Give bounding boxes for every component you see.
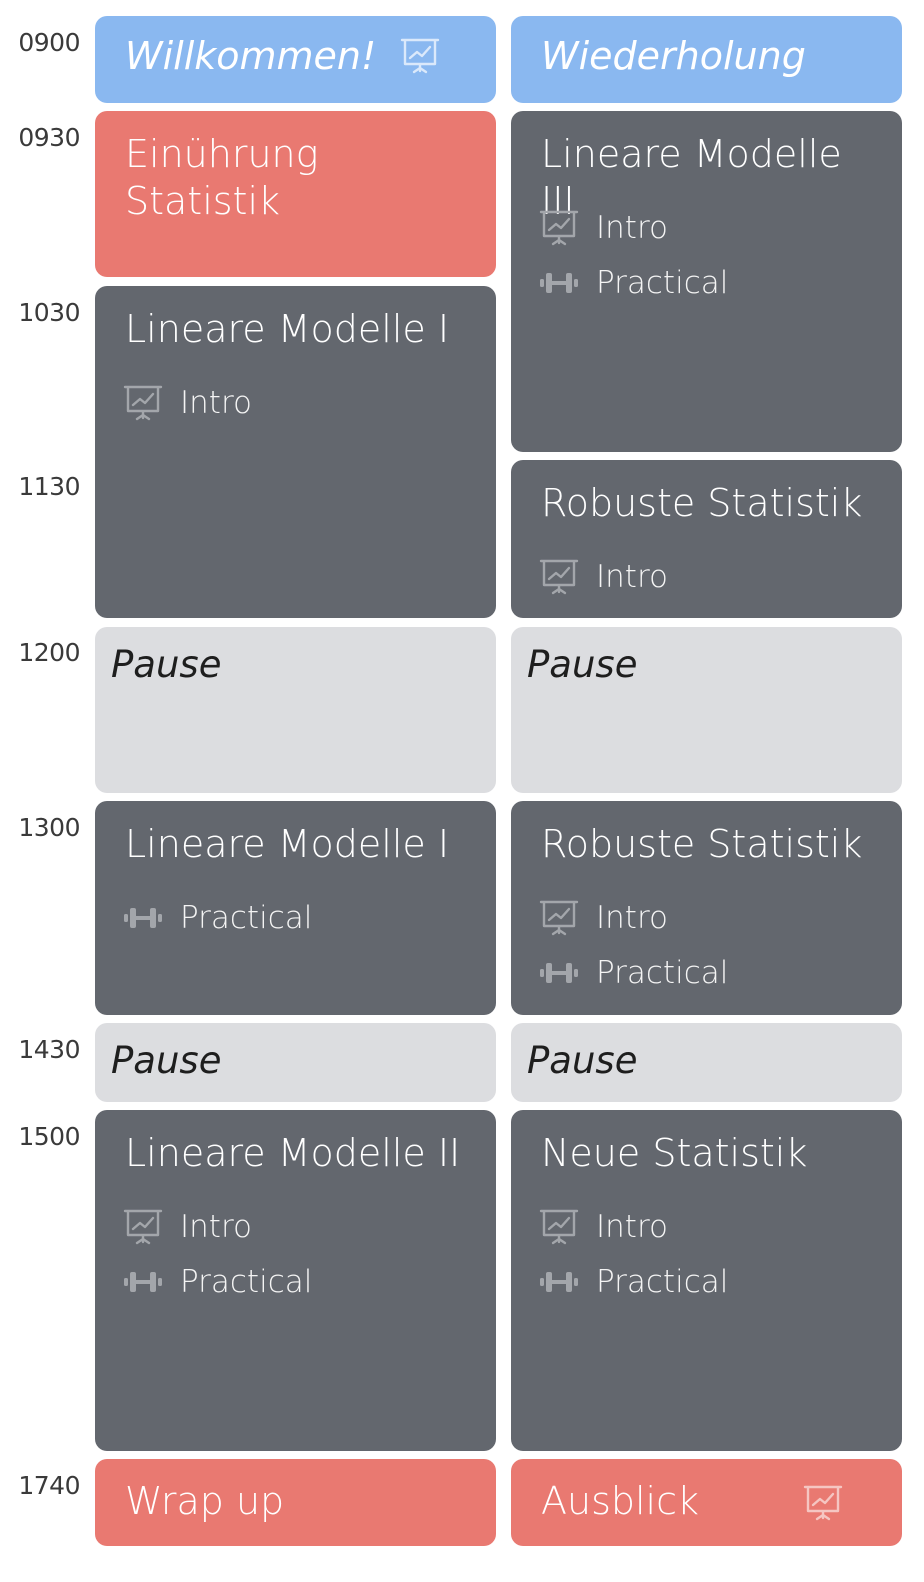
presentation-board-icon [123,1209,163,1245]
intro-label: Intro [596,210,668,246]
intro-item: Intro [539,208,668,248]
practical-label: Practical [596,955,729,991]
session-title: Neue Statistik [541,1131,808,1175]
practical-item: Practical [539,1262,728,1302]
dumbbell-icon [540,1272,578,1292]
presentation-board-icon [539,210,579,246]
session-title: Einührung Statistik [125,132,319,223]
linear-models-3-card[interactable]: Lineare Modelle III Intro Practical [511,111,902,452]
linear-models-2-card[interactable]: Lineare Modelle II Intro Practical [95,1110,496,1451]
time-label-1300: 1300 [18,813,80,842]
practical-label: Practical [180,1264,313,1300]
session-title: Lineare Modelle II [125,1131,461,1175]
practical-item: Practical [123,1262,312,1302]
dumbbell-icon [540,273,578,293]
pause-label: Pause [111,643,222,686]
session-title: Lineare Modelle I [125,822,450,866]
time-label-1200: 1200 [18,638,80,667]
intro-item: Intro [123,1207,252,1247]
presentation-board-icon [123,385,163,421]
intro-label: Intro [180,1209,252,1245]
time-label-0900: 0900 [18,28,80,57]
practical-label: Practical [180,900,313,936]
outlook-session-card[interactable]: Ausblick [511,1459,902,1546]
pause-card[interactable]: Pause [95,1023,496,1102]
wrap-up-session-card[interactable]: Wrap up [95,1459,496,1546]
new-statistics-card[interactable]: Neue Statistik Intro Practical [511,1110,902,1451]
session-title: Wrap up [125,1479,285,1523]
review-session-card[interactable]: Wiederholung [511,16,902,103]
dumbbell-icon [124,1272,162,1292]
welcome-session-card[interactable]: Willkommen! [95,16,496,103]
robust-statistics-afternoon-card[interactable]: Robuste Statistik Intro Practical [511,801,902,1015]
pause-label: Pause [111,1039,222,1082]
pause-card[interactable]: Pause [95,627,496,793]
presentation-board-icon [539,1209,579,1245]
intro-item: Intro [123,383,252,423]
practical-item: Practical [123,898,312,938]
time-label-1740: 1740 [18,1471,80,1500]
session-title: Robuste Statistik [541,481,863,525]
intro-label: Intro [596,559,668,595]
practical-label: Practical [596,1264,729,1300]
session-title: Robuste Statistik [541,822,863,866]
practical-item: Practical [539,953,728,993]
intro-item: Intro [539,898,668,938]
session-title: Lineare Modelle I [125,307,450,351]
time-label-0930: 0930 [18,123,80,152]
linear-models-1-morning-card[interactable]: Lineare Modelle I Intro [95,286,496,618]
presentation-board-icon [803,1485,843,1521]
presentation-board-icon [400,38,440,74]
intro-label: Intro [596,900,668,936]
intro-item: Intro [539,1207,668,1247]
practical-item: Practical [539,263,728,303]
pause-label: Pause [527,1039,638,1082]
pause-label: Pause [527,643,638,686]
pause-card[interactable]: Pause [511,1023,902,1102]
time-label-1130: 1130 [18,472,80,501]
presentation-board-icon [539,900,579,936]
linear-models-1-afternoon-card[interactable]: Lineare Modelle I Practical [95,801,496,1015]
dumbbell-icon [540,963,578,983]
session-title: Wiederholung [541,34,806,78]
intro-statistics-session-card[interactable]: Einührung Statistik [95,111,496,277]
time-label-1030: 1030 [18,298,80,327]
time-label-1500: 1500 [18,1122,80,1151]
intro-label: Intro [596,1209,668,1245]
robust-statistics-morning-card[interactable]: Robuste Statistik Intro [511,460,902,618]
intro-label: Intro [180,385,252,421]
dumbbell-icon [124,908,162,928]
practical-label: Practical [596,265,729,301]
pause-card[interactable]: Pause [511,627,902,793]
presentation-board-icon [539,559,579,595]
intro-item: Intro [539,557,668,597]
time-label-1430: 1430 [18,1035,80,1064]
